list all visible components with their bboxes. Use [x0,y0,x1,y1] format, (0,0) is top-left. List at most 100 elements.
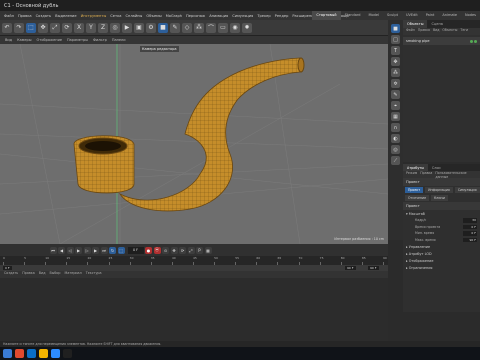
array-icon[interactable]: ⁂ [194,22,204,33]
attributes-menu-item[interactable]: Пользовательские данные [435,171,480,179]
attributes-subtab[interactable]: Симуляция [454,187,480,193]
taskbar-app-icon[interactable] [3,349,12,358]
prev-frame-icon[interactable]: ◁ [66,246,74,254]
autokey-icon[interactable]: ⬚ [117,246,125,254]
transform-icon[interactable]: ✥ [391,57,400,66]
menu-item[interactable]: Трекер [257,14,270,18]
undo-icon[interactable]: ↶ [2,22,12,33]
range-end-max[interactable]: 90 F [368,265,379,270]
menu-item[interactable]: Анимация [209,14,228,18]
menu-item[interactable]: Создать [36,14,52,18]
object-manager-tab[interactable]: Сцена [427,20,446,28]
attributes-tab[interactable]: Атрибуты [403,164,428,171]
layout-switcher[interactable]: Стартовый Standard Model Sculpt UVEdit Paint A… [312,11,480,20]
attribute-section[interactable]: ▸ Управление [403,243,480,250]
object-menu-item[interactable]: Правка [418,28,430,35]
attribute-value[interactable]: 0 F [463,224,477,229]
attributes-subtab[interactable]: Информация [425,187,453,193]
workplane-icon[interactable]: ▦ [391,112,400,121]
visibility-dots[interactable] [469,39,477,43]
layout-tab[interactable]: Nodes [461,11,480,20]
knife-icon[interactable]: ⟋ [391,156,400,165]
render-picture-icon[interactable]: ▣ [134,22,144,33]
scale-icon[interactable]: ⤢ [50,22,60,33]
view-menu-item[interactable]: Камеры [17,38,31,42]
menu-item[interactable]: Сплайны [125,14,142,18]
layout-tab[interactable]: Sculpt [383,11,402,20]
attributes-menu-item[interactable]: Режим [406,171,417,178]
menu-item[interactable]: Инструменты [81,14,107,18]
taskbar-app-icon[interactable] [39,349,48,358]
attributes-tab[interactable]: Слои [428,164,445,171]
magnet-icon[interactable]: ∩ [391,123,400,132]
scale-key-icon[interactable]: ⤢ [187,246,195,254]
layout-tab[interactable]: UVEdit [402,11,422,20]
paint-icon[interactable]: ✎ [391,90,400,99]
view-menu-item[interactable]: Параметры [67,38,88,42]
view-menu-item[interactable]: Отображение [37,38,62,42]
layout-tab[interactable]: Standard [341,11,365,20]
camera-icon[interactable]: ◉ [230,22,240,33]
snap-icon[interactable]: ⌖ [391,101,400,110]
material-menu-item[interactable]: Текстура [86,271,102,278]
play-icon[interactable]: ▶ [75,246,82,254]
floor-icon[interactable]: ▭ [218,22,228,33]
auto-record-icon[interactable]: ⦿ [153,246,161,254]
section-scale[interactable]: ▾ Масштаб [403,210,480,217]
move-icon[interactable]: ✥ [38,22,48,33]
next-frame-icon[interactable]: ▷ [83,246,91,254]
layout-tab[interactable]: Стартовый [312,11,341,20]
object-row[interactable]: smoking pipe [403,37,480,45]
text-icon[interactable]: T [391,46,400,55]
layout-tab[interactable]: Animate [438,11,461,20]
keyframe-sel-icon[interactable]: ⊙ [162,246,169,254]
range-start[interactable]: 0 F [3,265,12,270]
redo-icon[interactable]: ↷ [14,22,24,33]
prev-key-icon[interactable]: ◀ [58,246,65,254]
view-menu-item[interactable]: Панели [112,38,126,42]
loop-icon[interactable]: ↻ [109,246,116,254]
loop-icon[interactable]: ◎ [391,145,400,154]
cube-tool-icon[interactable]: ■ [391,24,400,33]
light-icon[interactable]: ✹ [242,22,252,33]
cube-icon[interactable]: ■ [158,22,168,33]
layout-tab[interactable]: Paint [422,11,439,20]
menu-item[interactable]: Симуляция [232,14,253,18]
rect-select-icon[interactable]: □ [391,35,400,44]
taskbar-app-icon[interactable] [51,349,60,358]
sculpt-icon[interactable]: ◐ [391,134,400,143]
material-menu-item[interactable]: Вид [39,271,46,278]
menu-item[interactable]: Правка [18,14,32,18]
layout-tab[interactable]: Model [365,11,384,20]
attributes-menu-item[interactable]: Правка [420,171,432,178]
render-view-icon[interactable]: ▶ [122,22,132,33]
attribute-value[interactable]: 30 [463,218,477,223]
rotate-icon[interactable]: ⟳ [62,22,72,33]
menu-item[interactable]: Персонаж [186,14,205,18]
param-key-icon[interactable]: P [196,246,203,254]
attribute-section[interactable]: ▸ Отображение [403,257,480,264]
menu-item[interactable]: Объемы [146,14,161,18]
cloner-icon[interactable]: ⁂ [391,68,400,77]
menu-item[interactable]: Рендер [275,14,289,18]
go-start-icon[interactable]: ⏮ [49,246,57,254]
menu-item[interactable]: MoGraph [166,14,182,18]
attribute-section[interactable]: ▸ Атрибут LOD [403,250,480,257]
z-axis-icon[interactable]: Z [98,22,108,33]
x-axis-icon[interactable]: X [74,22,84,33]
object-menu-item[interactable]: Вид [433,28,439,35]
view-menu-item[interactable]: Фильтр [93,38,107,42]
attributes-subtab[interactable]: Отсечение [405,195,430,201]
position-key-icon[interactable]: ✥ [170,246,178,254]
menu-item[interactable]: Выделение [55,14,76,18]
taskbar-app-icon[interactable] [27,349,36,358]
material-menu-item[interactable]: Создать [4,271,18,278]
world-coord-icon[interactable]: ◎ [110,22,120,33]
select-icon[interactable]: ⬚ [26,22,36,33]
attribute-value[interactable]: 90 F [463,237,477,242]
range-end[interactable]: 90 F [345,265,356,270]
menu-item[interactable]: Файл [4,14,14,18]
attributes-subtab[interactable]: Ключи [431,195,448,201]
timeline-ruler[interactable]: 0 5 10 15 20 25 30 35 40 45 50 55 60 65 70 75 80 85 90 [0,256,388,265]
render-settings-icon[interactable]: ⚙ [146,22,156,33]
